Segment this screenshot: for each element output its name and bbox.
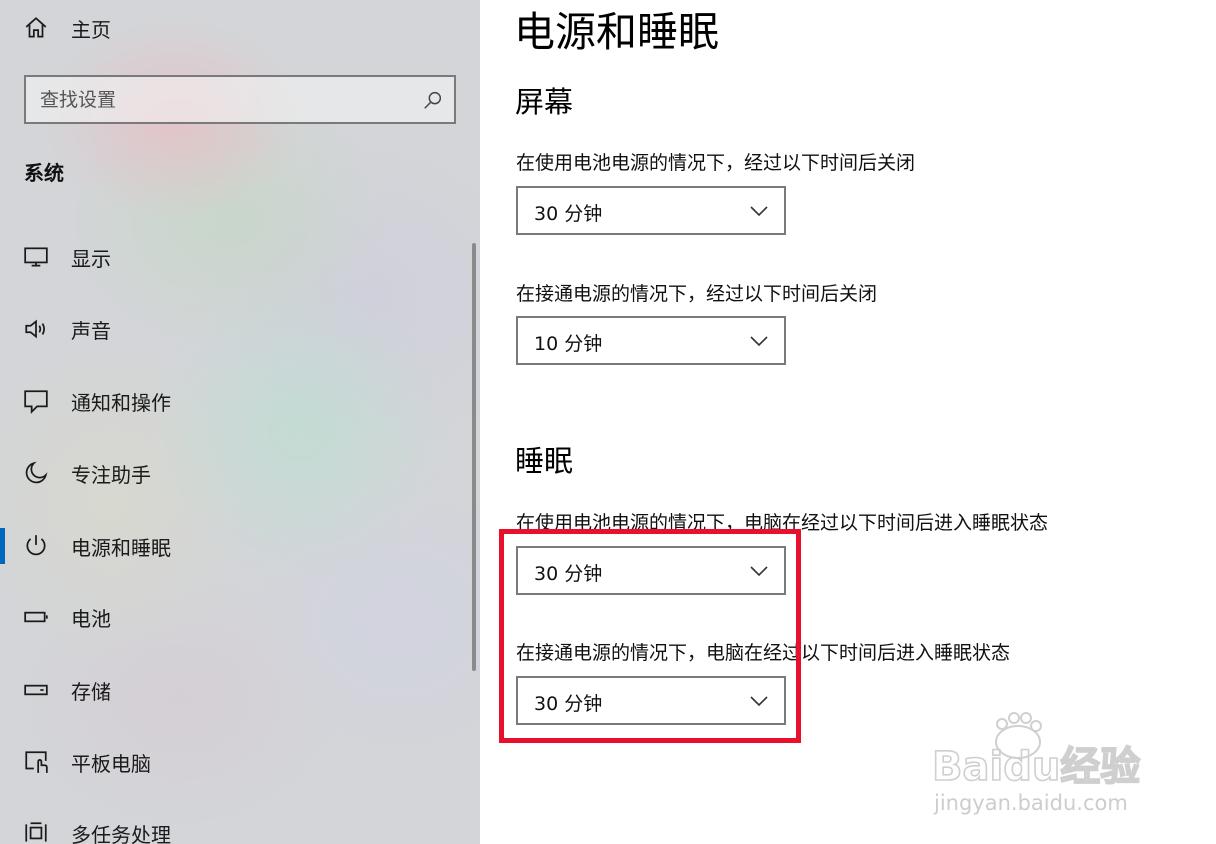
watermark-url: jingyan.baidu.com — [933, 791, 1128, 815]
sidebar-item-label: 显示 — [71, 246, 111, 271]
sleep-plugged-dropdown[interactable]: 30 分钟 — [516, 676, 786, 725]
sidebar-item-display[interactable]: 显示 — [0, 234, 470, 280]
moon-icon — [22, 459, 50, 487]
screen-battery-label: 在使用电池电源的情况下，经过以下时间后关闭 — [516, 152, 916, 174]
sidebar-item-label: 通知和操作 — [71, 390, 171, 415]
storage-icon — [22, 676, 50, 704]
tablet-icon — [22, 748, 50, 776]
baidu-watermark: Baidu经验 jingyan.baidu.com — [928, 704, 1160, 824]
multitask-icon — [22, 819, 50, 844]
speaker-icon — [22, 315, 50, 343]
sidebar: 主页 系统 显示 声音 通知和操作 专注助手 电源 — [0, 0, 480, 844]
sidebar-item-label: 专注助手 — [71, 462, 151, 487]
dropdown-value: 10 分钟 — [534, 333, 603, 355]
sidebar-item-label: 存储 — [71, 679, 111, 704]
sidebar-item-power-sleep[interactable]: 电源和睡眠 — [0, 523, 470, 569]
monitor-icon — [22, 243, 50, 271]
screen-battery-dropdown[interactable]: 30 分钟 — [516, 186, 786, 235]
sidebar-item-label: 声音 — [71, 318, 111, 343]
screen-plugged-dropdown[interactable]: 10 分钟 — [516, 316, 786, 365]
sidebar-item-tablet[interactable]: 平板电脑 — [0, 739, 470, 785]
sidebar-scrollbar[interactable] — [472, 243, 476, 671]
search-input[interactable] — [40, 84, 410, 116]
search-icon[interactable] — [422, 89, 444, 111]
chevron-down-icon — [748, 202, 770, 220]
notification-icon — [22, 387, 50, 415]
home-icon — [22, 14, 50, 42]
screen-section-title: 屏幕 — [515, 85, 574, 119]
sidebar-item-battery[interactable]: 电池 — [0, 594, 470, 640]
sidebar-item-storage[interactable]: 存储 — [0, 667, 470, 713]
screen-plugged-label: 在接通电源的情况下，经过以下时间后关闭 — [516, 283, 878, 305]
chevron-down-icon — [748, 332, 770, 350]
sleep-battery-dropdown[interactable]: 30 分钟 — [516, 546, 786, 595]
sidebar-item-focus-assist[interactable]: 专注助手 — [0, 450, 470, 496]
battery-icon — [22, 603, 50, 631]
watermark-brand: Baidu经验 — [932, 744, 1140, 790]
dropdown-value: 30 分钟 — [534, 693, 603, 715]
search-field[interactable] — [24, 75, 456, 124]
power-icon — [22, 532, 50, 560]
sleep-plugged-label: 在接通电源的情况下，电脑在经过以下时间后进入睡眠状态 — [516, 642, 1011, 664]
sidebar-item-sound[interactable]: 声音 — [0, 306, 470, 352]
sidebar-item-label: 电池 — [71, 606, 111, 631]
main-content: 电源和睡眠 屏幕 在使用电池电源的情况下，经过以下时间后关闭 30 分钟 在接通… — [480, 0, 1216, 844]
sleep-battery-label: 在使用电池电源的情况下，电脑在经过以下时间后进入睡眠状态 — [516, 512, 1049, 534]
dropdown-value: 30 分钟 — [534, 203, 603, 225]
section-title: 系统 — [24, 161, 64, 185]
chevron-down-icon — [748, 692, 770, 710]
dropdown-value: 30 分钟 — [534, 563, 603, 585]
sidebar-item-multitasking[interactable]: 多任务处理 — [0, 810, 470, 844]
nav-home-label: 主页 — [71, 17, 111, 42]
nav-home[interactable]: 主页 — [0, 5, 470, 51]
sidebar-item-label: 平板电脑 — [71, 751, 151, 776]
sidebar-item-notifications[interactable]: 通知和操作 — [0, 378, 470, 424]
chevron-down-icon — [748, 562, 770, 580]
sidebar-item-label: 电源和睡眠 — [71, 535, 171, 560]
sleep-section-title: 睡眠 — [515, 444, 574, 478]
page-title: 电源和睡眠 — [514, 8, 719, 56]
sidebar-item-label: 多任务处理 — [71, 822, 171, 844]
